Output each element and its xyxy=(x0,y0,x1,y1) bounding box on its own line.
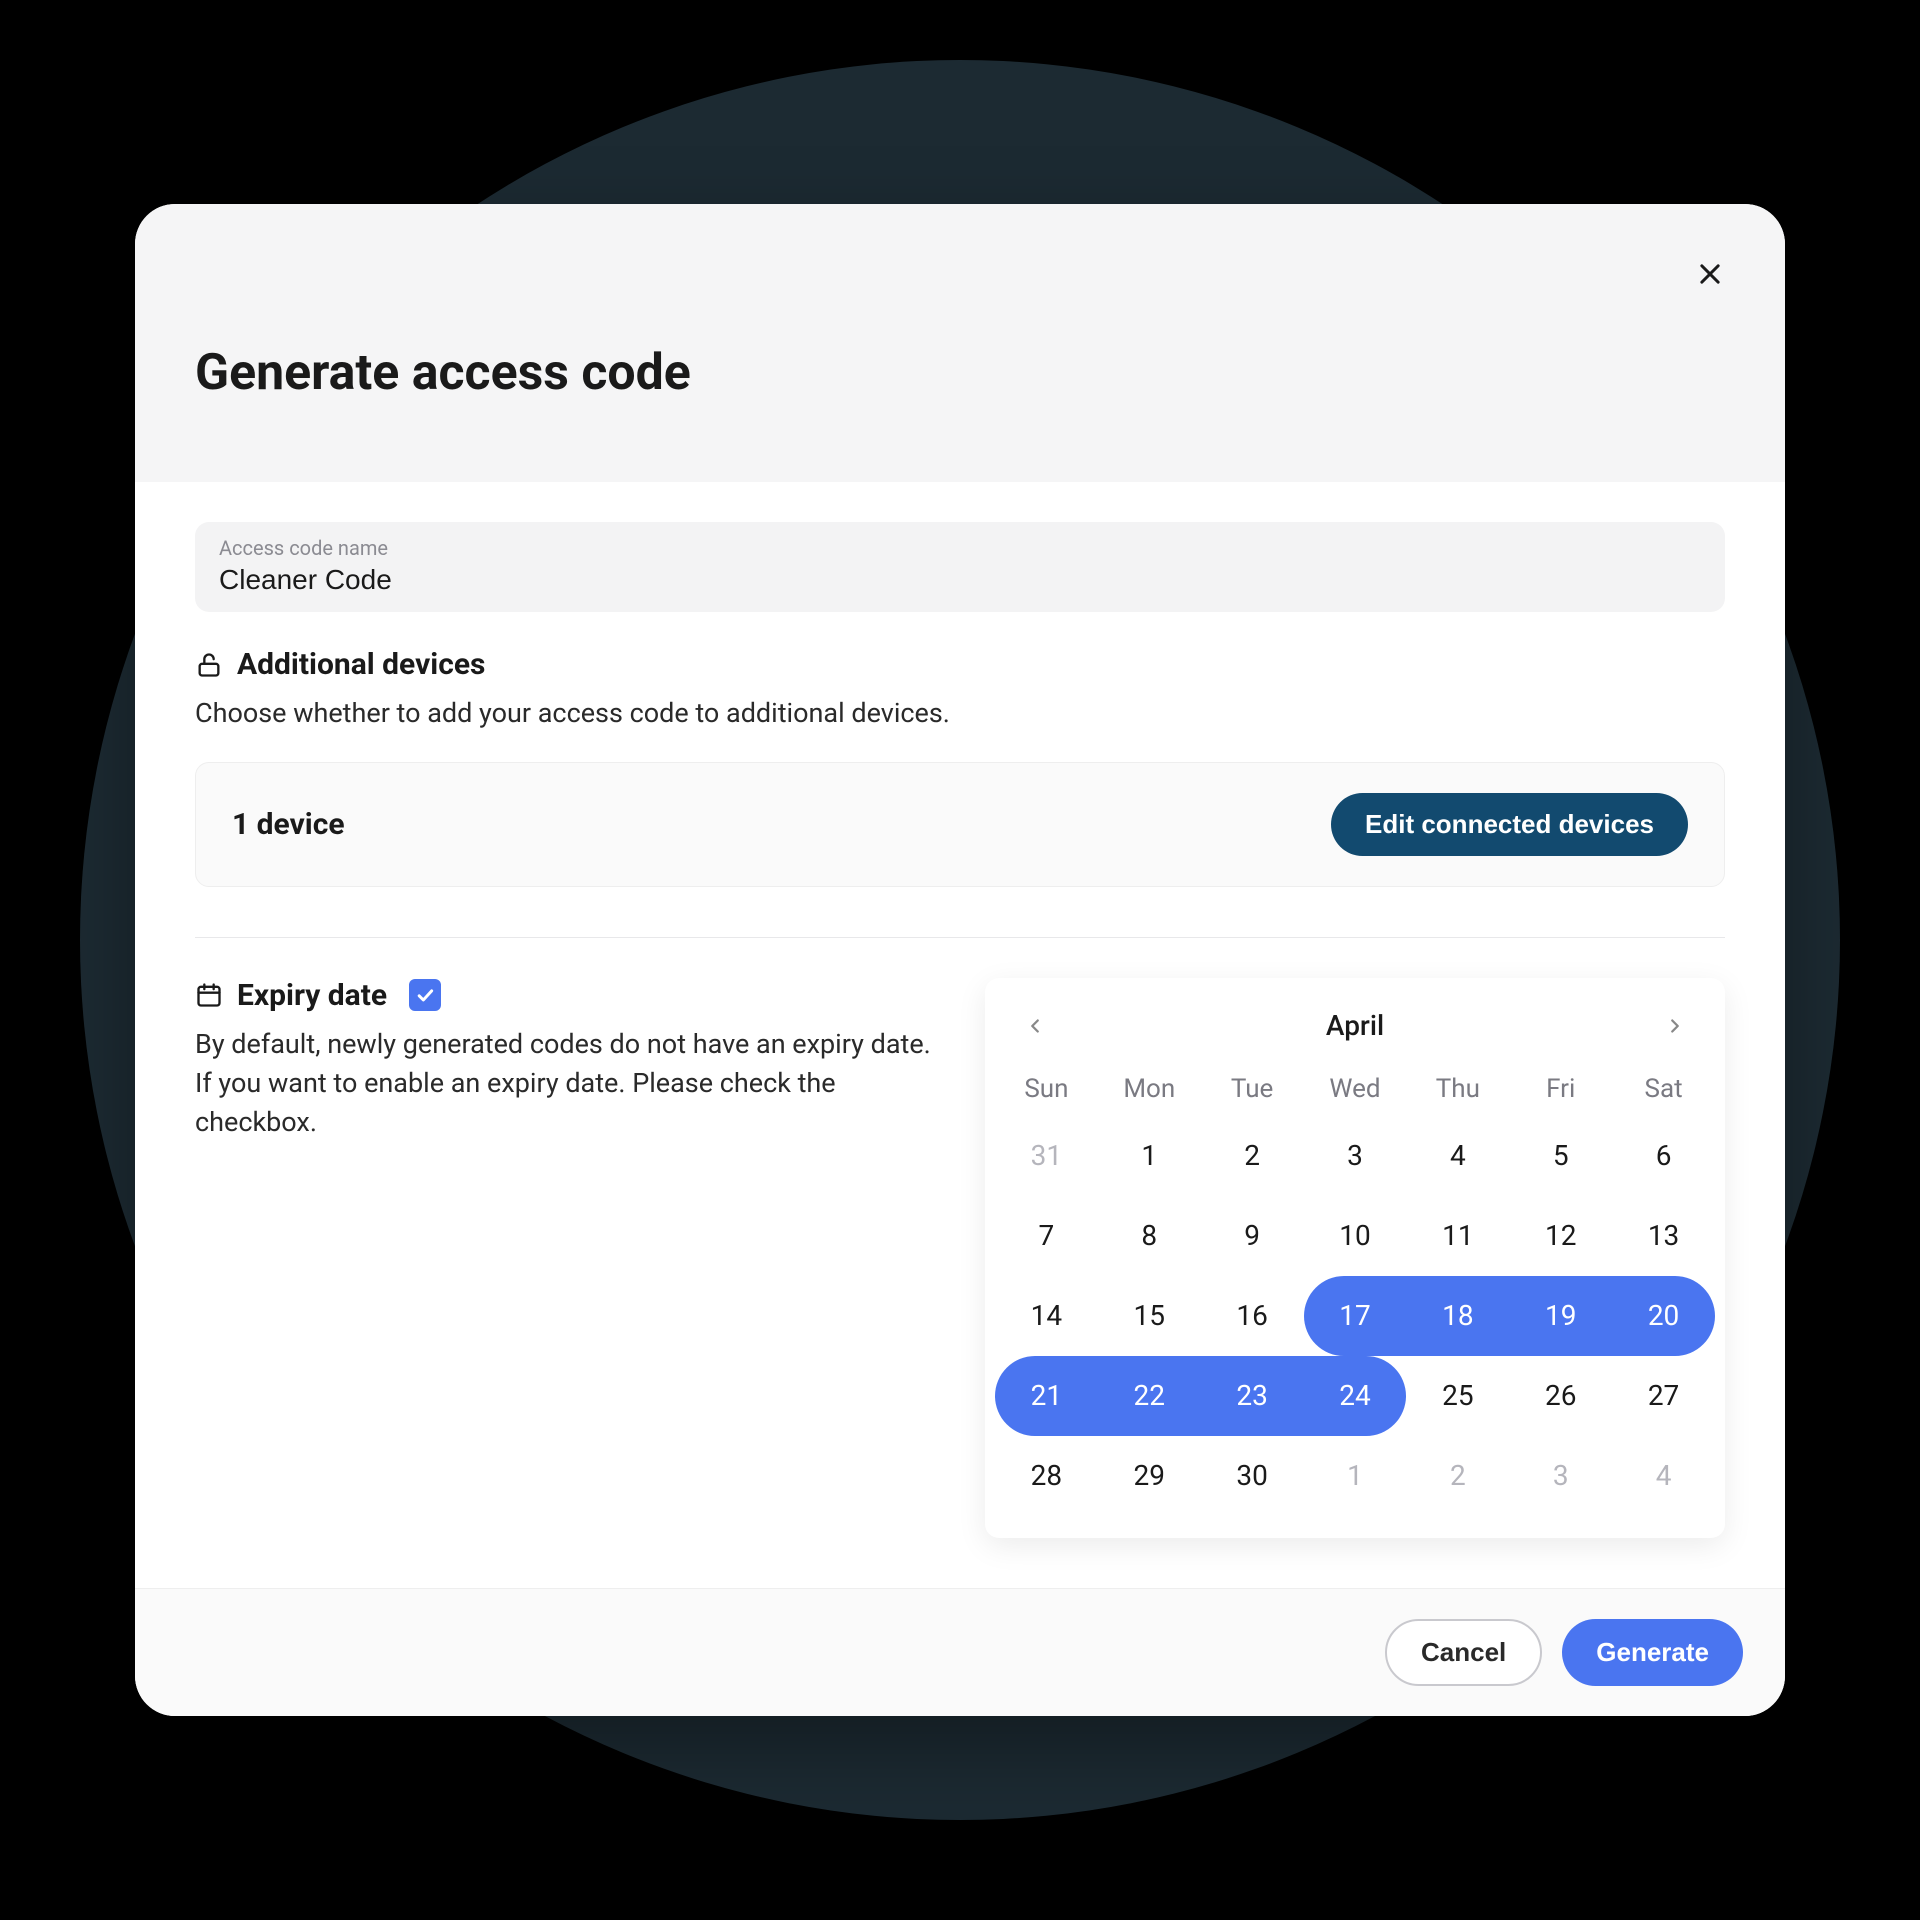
modal-header: Generate access code xyxy=(135,204,1785,482)
calendar-day[interactable]: 5 xyxy=(1509,1116,1612,1196)
calendar-dow: Wed xyxy=(1304,1062,1407,1116)
calendar-day[interactable]: 29 xyxy=(1098,1436,1201,1516)
additional-devices-title: Additional devices xyxy=(237,647,485,682)
calendar-day[interactable]: 6 xyxy=(1612,1116,1715,1196)
calendar-day[interactable]: 28 xyxy=(995,1436,1098,1516)
calendar-day[interactable]: 20 xyxy=(1612,1276,1715,1356)
modal-footer: Cancel Generate xyxy=(135,1588,1785,1716)
chevron-left-icon xyxy=(1024,1015,1046,1037)
calendar: April SunMonTueWedThuFriSat3112345678910… xyxy=(985,978,1725,1538)
expiry-checkbox[interactable] xyxy=(409,979,441,1011)
calendar-day[interactable]: 4 xyxy=(1612,1436,1715,1516)
calendar-day[interactable]: 19 xyxy=(1509,1276,1612,1356)
calendar-day[interactable]: 21 xyxy=(995,1356,1098,1436)
calendar-day[interactable]: 27 xyxy=(1612,1356,1715,1436)
calendar-day[interactable]: 22 xyxy=(1098,1356,1201,1436)
modal-body: Access code name Additional devices Choo… xyxy=(135,482,1785,1587)
calendar-day[interactable]: 10 xyxy=(1304,1196,1407,1276)
calendar-icon xyxy=(195,981,223,1009)
calendar-day[interactable]: 9 xyxy=(1201,1196,1304,1276)
calendar-prev-button[interactable] xyxy=(1017,1008,1053,1044)
calendar-day[interactable]: 11 xyxy=(1406,1196,1509,1276)
calendar-day[interactable]: 12 xyxy=(1509,1196,1612,1276)
calendar-day[interactable]: 3 xyxy=(1509,1436,1612,1516)
calendar-day[interactable]: 7 xyxy=(995,1196,1098,1276)
calendar-day[interactable]: 26 xyxy=(1509,1356,1612,1436)
additional-devices-description: Choose whether to add your access code t… xyxy=(195,694,1725,733)
check-icon xyxy=(415,985,435,1005)
modal-title: Generate access code xyxy=(195,344,1725,402)
calendar-day[interactable]: 1 xyxy=(1098,1116,1201,1196)
additional-devices-header: Additional devices xyxy=(195,647,1725,682)
chevron-right-icon xyxy=(1664,1015,1686,1037)
calendar-day[interactable]: 1 xyxy=(1304,1436,1407,1516)
calendar-dow: Tue xyxy=(1201,1062,1304,1116)
calendar-day[interactable]: 3 xyxy=(1304,1116,1407,1196)
cancel-button[interactable]: Cancel xyxy=(1385,1619,1542,1686)
unlock-icon xyxy=(195,651,223,679)
access-code-name-input[interactable] xyxy=(219,564,1701,596)
calendar-day[interactable]: 2 xyxy=(1406,1436,1509,1516)
close-icon xyxy=(1696,260,1724,288)
calendar-month-label: April xyxy=(1326,1009,1384,1042)
generate-button[interactable]: Generate xyxy=(1562,1619,1743,1686)
calendar-dow: Sat xyxy=(1612,1062,1715,1116)
calendar-dow: Sun xyxy=(995,1062,1098,1116)
access-code-name-field[interactable]: Access code name xyxy=(195,522,1725,612)
calendar-day[interactable]: 31 xyxy=(995,1116,1098,1196)
calendar-day[interactable]: 24 xyxy=(1304,1356,1407,1436)
calendar-dow: Fri xyxy=(1509,1062,1612,1116)
calendar-dow: Mon xyxy=(1098,1062,1201,1116)
calendar-day[interactable]: 18 xyxy=(1406,1276,1509,1356)
access-code-name-label: Access code name xyxy=(219,536,1701,560)
calendar-day[interactable]: 15 xyxy=(1098,1276,1201,1356)
calendar-day[interactable]: 2 xyxy=(1201,1116,1304,1196)
calendar-day[interactable]: 8 xyxy=(1098,1196,1201,1276)
expiry-title: Expiry date xyxy=(237,978,387,1013)
calendar-day[interactable]: 4 xyxy=(1406,1116,1509,1196)
devices-card: 1 device Edit connected devices xyxy=(195,762,1725,887)
calendar-day[interactable]: 16 xyxy=(1201,1276,1304,1356)
expiry-description: By default, newly generated codes do not… xyxy=(195,1025,945,1142)
expiry-header: Expiry date xyxy=(195,978,945,1013)
calendar-day[interactable]: 13 xyxy=(1612,1196,1715,1276)
generate-access-code-modal: Generate access code Access code name Ad… xyxy=(135,204,1785,1715)
calendar-dow: Thu xyxy=(1406,1062,1509,1116)
edit-connected-devices-button[interactable]: Edit connected devices xyxy=(1331,793,1688,856)
calendar-next-button[interactable] xyxy=(1657,1008,1693,1044)
devices-count: 1 device xyxy=(232,807,345,842)
calendar-day[interactable]: 23 xyxy=(1201,1356,1304,1436)
calendar-day[interactable]: 25 xyxy=(1406,1356,1509,1436)
calendar-grid: SunMonTueWedThuFriSat3112345678910111213… xyxy=(995,1062,1715,1516)
calendar-day[interactable]: 30 xyxy=(1201,1436,1304,1516)
calendar-day[interactable]: 14 xyxy=(995,1276,1098,1356)
close-button[interactable] xyxy=(1690,254,1730,294)
divider xyxy=(195,937,1725,938)
calendar-day[interactable]: 17 xyxy=(1304,1276,1407,1356)
